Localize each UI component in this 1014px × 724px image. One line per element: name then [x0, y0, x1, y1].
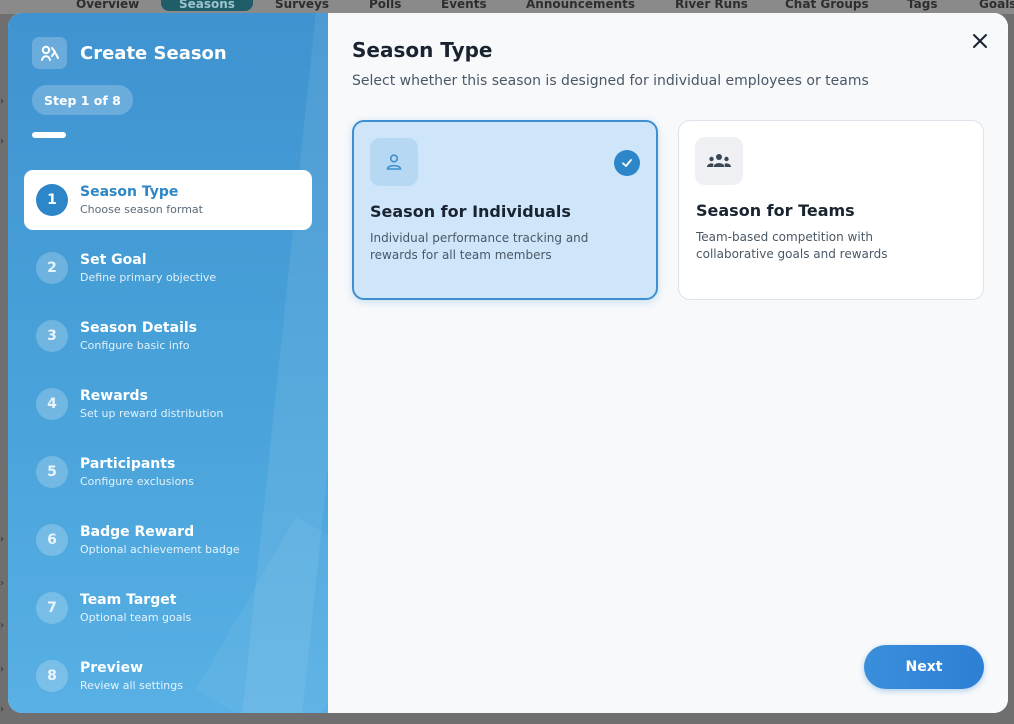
create-season-modal: Create Season Step 1 of 8 1 Season Type …	[8, 13, 1008, 713]
step-subtitle: Optional team goals	[80, 610, 192, 624]
page-subtitle: Select whether this season is designed f…	[352, 73, 869, 89]
close-button[interactable]	[968, 29, 992, 53]
step-indicator-badge: Step 1 of 8	[32, 85, 133, 115]
nav-announcements: Announcements	[526, 0, 636, 11]
bg-chevron-icon: ›	[0, 620, 4, 631]
next-button[interactable]: Next	[864, 645, 984, 689]
step-number: 7	[36, 592, 68, 624]
step-title: Badge Reward	[80, 523, 195, 540]
step-rewards[interactable]: 4 Rewards Set up reward distribution	[24, 374, 312, 434]
step-number: 5	[36, 456, 68, 488]
option-description: Individual performance tracking and rewa…	[370, 231, 589, 262]
step-team-target[interactable]: 7 Team Target Optional team goals	[24, 578, 312, 638]
step-subtitle: Review all settings	[80, 678, 183, 692]
bg-chevron-icon: ›	[0, 664, 4, 675]
check-icon	[614, 150, 640, 176]
step-subtitle: Optional achievement badge	[80, 542, 240, 556]
sidebar-header: Create Season	[32, 37, 227, 69]
page-title: Season Type	[352, 38, 493, 62]
close-icon	[973, 34, 987, 48]
step-badge-reward[interactable]: 6 Badge Reward Optional achievement badg…	[24, 510, 312, 570]
step-set-goal[interactable]: 2 Set Goal Define primary objective	[24, 238, 312, 298]
nav-overview: Overview	[76, 0, 140, 11]
step-title: Participants	[80, 455, 176, 472]
progress-bar	[32, 132, 66, 138]
bg-chevron-icon: ›	[0, 534, 4, 545]
step-subtitle: Configure basic info	[80, 338, 190, 352]
season-logo-icon	[32, 37, 67, 69]
nav-events: Events	[441, 0, 487, 11]
nav-surveys: Surveys	[275, 0, 330, 11]
step-title: Season Details	[80, 319, 198, 336]
option-title: Season for Teams	[696, 201, 855, 220]
step-subtitle: Choose season format	[80, 202, 203, 216]
bg-chevron-icon: ›	[0, 704, 4, 715]
step-title: Season Type	[80, 183, 179, 200]
step-title: Set Goal	[80, 251, 147, 268]
step-number: 6	[36, 524, 68, 556]
step-number: 4	[36, 388, 68, 420]
modal-title: Create Season	[80, 42, 227, 64]
option-card-individuals[interactable]: Season for Individuals Individual perfor…	[352, 120, 658, 300]
wizard-steps-list: 1 Season Type Choose season format 2 Set…	[24, 170, 312, 713]
step-number: 3	[36, 320, 68, 352]
nav-chat-groups: Chat Groups	[785, 0, 869, 11]
nav-seasons: Seasons	[161, 0, 253, 11]
person-icon	[370, 138, 418, 186]
step-title: Team Target	[80, 591, 177, 608]
wizard-sidebar: Create Season Step 1 of 8 1 Season Type …	[8, 13, 328, 713]
option-description: Team-based competition with collaborativ…	[696, 230, 888, 261]
group-icon	[695, 137, 743, 185]
step-title: Rewards	[80, 387, 148, 404]
bg-chevron-icon: ›	[0, 136, 4, 147]
option-card-teams[interactable]: Season for Teams Team-based competition …	[678, 120, 984, 300]
bg-chevron-icon: ›	[0, 578, 4, 589]
step-participants[interactable]: 5 Participants Configure exclusions	[24, 442, 312, 502]
bg-chevron-icon: ›	[0, 96, 4, 107]
step-number: 2	[36, 252, 68, 284]
step-number: 1	[36, 184, 68, 216]
option-title: Season for Individuals	[370, 202, 571, 221]
step-subtitle: Configure exclusions	[80, 474, 194, 488]
background-nav: Overview Seasons Surveys Polls Events An…	[0, 0, 1014, 14]
step-preview[interactable]: 8 Preview Review all settings	[24, 646, 312, 706]
nav-tags: Tags	[907, 0, 938, 11]
step-number: 8	[36, 660, 68, 692]
step-subtitle: Define primary objective	[80, 270, 217, 284]
nav-river-runs: River Runs	[675, 0, 748, 11]
nav-polls: Polls	[369, 0, 402, 11]
nav-goals: Goals	[979, 0, 1014, 11]
step-subtitle: Set up reward distribution	[80, 406, 224, 420]
step-title: Preview	[80, 659, 144, 676]
step-season-details[interactable]: 3 Season Details Configure basic info	[24, 306, 312, 366]
step-season-type[interactable]: 1 Season Type Choose season format	[24, 170, 312, 230]
wizard-content: Season Type Select whether this season i…	[328, 13, 1008, 713]
